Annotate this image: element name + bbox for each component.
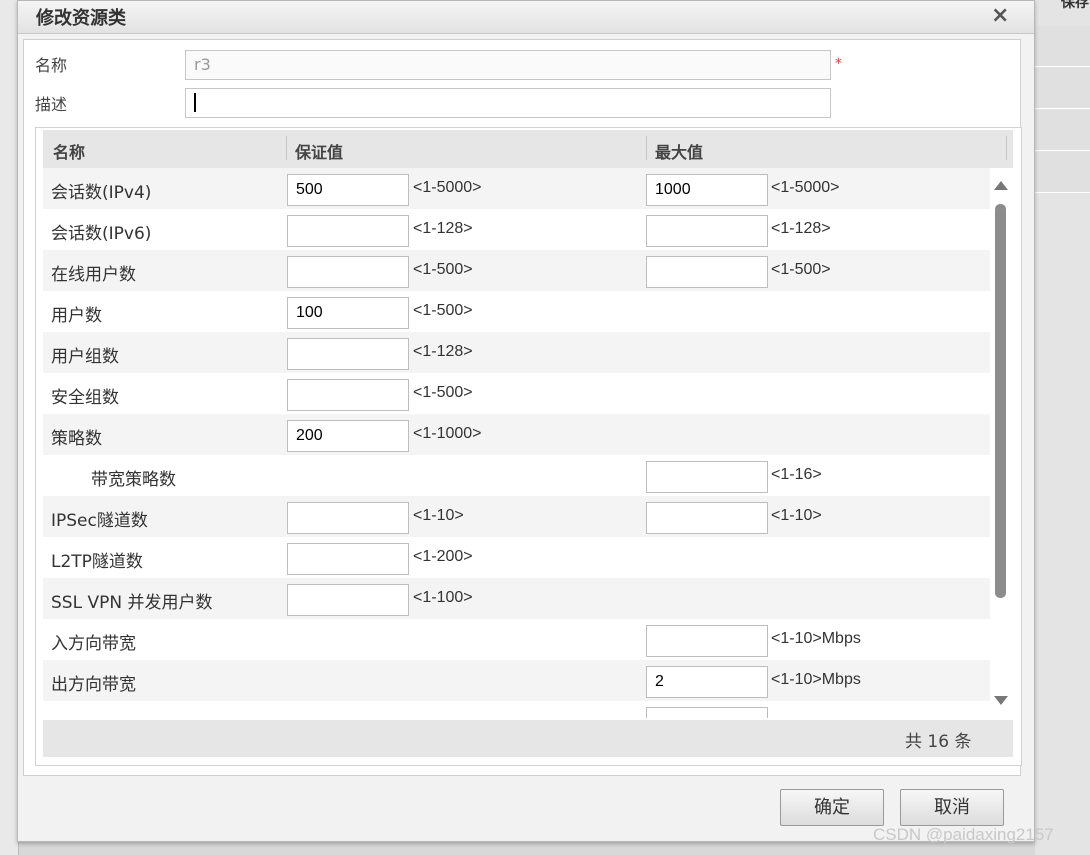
max-input[interactable]: 2: [646, 666, 768, 698]
background-strip: [1035, 110, 1090, 151]
guarantee-range: <1-128>: [413, 220, 473, 237]
required-mark: *: [835, 56, 842, 72]
table-row: IPSec隧道数 <1-10> <1-10>: [43, 496, 990, 537]
guarantee-range: <1-128>: [413, 343, 473, 360]
row-name: 用户组数: [51, 347, 119, 367]
header-divider: [646, 136, 647, 160]
table-row: 会话数(IPv6) <1-128> <1-128>: [43, 209, 990, 250]
max-input[interactable]: [646, 256, 768, 288]
guarantee-input[interactable]: 100: [287, 297, 409, 329]
table-row: 带宽策略数 <1-16>: [43, 455, 990, 496]
row-name: 在线用户数: [51, 265, 136, 285]
guarantee-input[interactable]: [287, 584, 409, 616]
guarantee-input[interactable]: [287, 215, 409, 247]
description-label: 描述: [35, 95, 68, 114]
max-range: <1-5000>: [771, 179, 840, 196]
row-name: L2TP隧道数: [51, 552, 143, 572]
guarantee-range: <1-500>: [413, 384, 473, 401]
total-count: 共 16 条: [905, 732, 972, 752]
grid-header: 名称 保证值 最大值: [43, 130, 1013, 169]
background-strip: [1035, 26, 1090, 67]
row-name: 策略数: [51, 429, 102, 449]
background-strip: [1035, 68, 1090, 109]
header-guarantee: 保证值: [295, 143, 344, 162]
guarantee-range: <1-100>: [413, 589, 473, 606]
max-input[interactable]: [646, 625, 768, 657]
guarantee-input[interactable]: [287, 256, 409, 288]
guarantee-range: <1-5000>: [413, 179, 482, 196]
max-range: <1-10>Mbps: [771, 630, 861, 647]
guarantee-input[interactable]: [287, 338, 409, 370]
row-name: IPSec隧道数: [51, 511, 148, 531]
guarantee-range: <1-1000>: [413, 425, 482, 442]
guarantee-input[interactable]: [287, 543, 409, 575]
table-row: 用户数 100 <1-500>: [43, 291, 990, 332]
grid-body: 会话数(IPv4) 500 <1-5000> 1000 <1-5000> 会话数…: [43, 168, 990, 718]
row-name: 会话数(IPv6): [51, 224, 152, 244]
row-name: 会话数(IPv4): [51, 183, 152, 203]
max-range: <1-16>: [771, 466, 822, 483]
guarantee-range: <1-500>: [413, 302, 473, 319]
dialog-titlebar: 修改资源类 ×: [18, 1, 1034, 34]
background-right-panel: 保存: [1035, 0, 1090, 855]
background-strip: [1035, 152, 1090, 193]
grid-footer: 共 16 条: [43, 720, 1013, 757]
header-name: 名称: [53, 143, 86, 162]
guarantee-range: <1-10>: [413, 507, 464, 524]
close-icon[interactable]: ×: [991, 3, 1009, 28]
table-row: L2TP隧道数 <1-200>: [43, 537, 990, 578]
guarantee-range: <1-500>: [413, 261, 473, 278]
dialog-title: 修改资源类: [36, 8, 126, 29]
guarantee-input[interactable]: [287, 502, 409, 534]
cancel-button[interactable]: 取消: [900, 789, 1004, 826]
header-max: 最大值: [655, 143, 704, 162]
max-input[interactable]: [646, 707, 768, 718]
scrollbar-thumb[interactable]: [995, 204, 1006, 598]
edit-resource-class-dialog: 修改资源类 × 名称 r3 * 描述 名称 保证值 最大值 会话数(IPv4) …: [17, 0, 1035, 842]
table-row: 会话数(IPv4) 500 <1-5000> 1000 <1-5000>: [43, 168, 990, 209]
header-divider: [286, 136, 287, 160]
watermark: CSDN @paidaxing2157: [873, 825, 1054, 844]
name-label: 名称: [35, 56, 68, 75]
dialog-content: 名称 r3 * 描述 名称 保证值 最大值 会话数(IPv4) 500 <1-5…: [23, 39, 1022, 776]
max-range: <1-500>: [771, 261, 831, 278]
guarantee-range: <1-200>: [413, 548, 473, 565]
table-row: 入方向带宽 <1-10>Mbps: [43, 619, 990, 660]
name-field[interactable]: r3: [185, 50, 831, 80]
max-input[interactable]: [646, 502, 768, 534]
row-name: 带宽策略数: [91, 470, 176, 490]
background-clipped-label: 保存: [1061, 0, 1089, 11]
row-name: 用户数: [51, 306, 102, 326]
grid-scrollbar[interactable]: [990, 168, 1013, 718]
description-field[interactable]: [185, 88, 831, 118]
table-row: 在线用户数 <1-500> <1-500>: [43, 250, 990, 291]
max-input[interactable]: [646, 215, 768, 247]
row-name: 入方向带宽: [51, 634, 136, 654]
guarantee-input[interactable]: [287, 379, 409, 411]
row-name: 安全组数: [51, 388, 119, 408]
resource-grid: 名称 保证值 最大值 会话数(IPv4) 500 <1-5000> 1000 <…: [35, 127, 1022, 766]
max-input[interactable]: 1000: [646, 174, 768, 206]
max-input[interactable]: [646, 461, 768, 493]
scroll-down-icon[interactable]: [994, 696, 1008, 705]
header-divider: [1006, 136, 1007, 160]
scroll-up-icon[interactable]: [994, 181, 1008, 190]
max-range: <1-10>Mbps: [771, 671, 861, 688]
table-row: 出方向带宽 2 <1-10>Mbps: [43, 660, 990, 701]
guarantee-input[interactable]: 500: [287, 174, 409, 206]
table-row: 安全组数 <1-500>: [43, 373, 990, 414]
text-caret: [194, 93, 196, 112]
guarantee-input[interactable]: 200: [287, 420, 409, 452]
max-range: <1-10>: [771, 507, 822, 524]
row-name: 出方向带宽: [51, 675, 136, 695]
table-row: SSL VPN 并发用户数 <1-100>: [43, 578, 990, 619]
max-range: <1-128>: [771, 220, 831, 237]
table-row: 策略数 200 <1-1000>: [43, 414, 990, 455]
table-row: 用户组数 <1-128>: [43, 332, 990, 373]
ok-button[interactable]: 确定: [780, 789, 884, 826]
table-row: [43, 701, 990, 718]
row-name: SSL VPN 并发用户数: [51, 593, 213, 613]
